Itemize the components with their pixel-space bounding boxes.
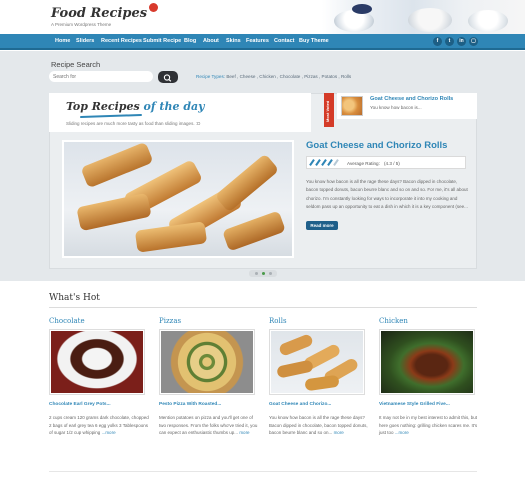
more-link[interactable]: ...more bbox=[102, 430, 116, 435]
more-link[interactable]: ...more bbox=[395, 430, 409, 435]
pagination-dot[interactable] bbox=[269, 272, 272, 275]
nav-contact[interactable]: Contact bbox=[274, 38, 294, 44]
footer-divider bbox=[49, 471, 477, 472]
nav-features[interactable]: Features bbox=[246, 38, 269, 44]
recipe-title[interactable]: Goat Cheese and Chorizo... bbox=[269, 402, 331, 407]
header-food-photo bbox=[322, 0, 525, 34]
recipe-title[interactable]: Pesto Pizza With Roasted... bbox=[159, 402, 221, 407]
search-button[interactable] bbox=[158, 71, 178, 83]
twitter-icon[interactable]: t bbox=[445, 37, 454, 46]
recipe-image-chocolate[interactable] bbox=[49, 329, 145, 395]
category-chicken[interactable]: Chicken bbox=[379, 317, 408, 325]
logo-text: Food Recipes bbox=[51, 6, 148, 21]
search-input[interactable] bbox=[49, 71, 153, 82]
featured-recipe-photo[interactable] bbox=[62, 140, 294, 258]
site-logo[interactable]: Food Recipes bbox=[51, 3, 159, 21]
nav-skins[interactable]: Skins bbox=[226, 38, 241, 44]
recipe-image-rolls[interactable] bbox=[269, 329, 365, 395]
most-voted-label: Most Voted bbox=[325, 100, 330, 122]
recipe-title[interactable]: Vietnamese Style Grilled Five... bbox=[379, 402, 450, 407]
category-chocolate[interactable]: Chocolate bbox=[49, 317, 85, 325]
search-heading: Recipe Search bbox=[51, 60, 101, 69]
rating-value: (4.3 / 5) bbox=[384, 161, 400, 166]
excerpt-text: It may not be in my best interest to adm… bbox=[379, 415, 478, 436]
nav-buy-theme[interactable]: Buy Theme bbox=[299, 38, 329, 44]
rss-icon[interactable]: ▢ bbox=[469, 37, 478, 46]
recipe-types-label: Recipe Types: bbox=[196, 74, 226, 79]
more-link[interactable]: more bbox=[334, 430, 344, 435]
slider-title-highlight: of the day bbox=[143, 100, 205, 113]
pagination-dot[interactable] bbox=[262, 272, 265, 275]
recipe-types: Recipe Types: Beef , Cheese , Chicken , … bbox=[196, 74, 351, 79]
read-more-button[interactable]: Read more bbox=[306, 221, 338, 230]
featured-recipe-title[interactable]: Goat Cheese and Chorizo Rolls bbox=[306, 140, 447, 151]
recipe-excerpt: It may not be in my best interest to adm… bbox=[379, 414, 479, 437]
recipe-image-pizza[interactable] bbox=[159, 329, 255, 395]
most-voted-ribbon: Most Voted bbox=[324, 93, 334, 127]
nav-about[interactable]: About bbox=[203, 38, 219, 44]
excerpt-text: 2 cups cream 120 grams dark chocolate, c… bbox=[49, 415, 149, 436]
most-voted-thumbnail[interactable] bbox=[341, 96, 363, 116]
pagination-dot[interactable] bbox=[255, 272, 258, 275]
recipe-types-list[interactable]: Beef , Cheese , Chicken , Chocolate , Pi… bbox=[226, 74, 351, 79]
nav-home[interactable]: Home bbox=[55, 38, 70, 44]
slider-title-start: Top Recipes bbox=[66, 100, 144, 113]
recipe-image-chicken[interactable] bbox=[379, 329, 475, 395]
nav-sliders[interactable]: Sliders bbox=[76, 38, 94, 44]
search-icon bbox=[163, 74, 172, 82]
excerpt-text: You know how bacon is all the rage these… bbox=[269, 415, 368, 436]
whats-hot-heading: What's Hot bbox=[49, 293, 100, 303]
main-nav: Home Sliders Recent Recipes Submit Recip… bbox=[0, 34, 525, 50]
slider-note: Sliding recipes are much more tasty as f… bbox=[66, 121, 201, 126]
recipe-excerpt: You know how bacon is all the rage these… bbox=[269, 414, 369, 437]
rating-label: Average Rating: bbox=[347, 161, 380, 166]
logo-subtitle: A Premium Wordpress Theme bbox=[51, 22, 112, 27]
nav-recent-recipes[interactable]: Recent Recipes bbox=[101, 38, 142, 44]
nav-blog[interactable]: Blog bbox=[184, 38, 196, 44]
most-voted-title[interactable]: Goat Cheese and Chorizo Rolls bbox=[370, 96, 453, 102]
nav-submit-recipe[interactable]: Submit Recipe bbox=[143, 38, 181, 44]
divider bbox=[49, 307, 477, 308]
category-rolls[interactable]: Rolls bbox=[269, 317, 287, 325]
slider-title: Top Recipes of the day bbox=[66, 100, 205, 113]
facebook-icon[interactable]: f bbox=[433, 37, 442, 46]
site-header: Food Recipes A Premium Wordpress Theme bbox=[0, 0, 525, 34]
recipe-excerpt: 2 cups cream 120 grams dark chocolate, c… bbox=[49, 414, 149, 437]
recipe-title[interactable]: Chocolate Earl Grey Pots... bbox=[49, 402, 111, 407]
recipe-excerpt: Mention potatoes on pizza and you'll get… bbox=[159, 414, 259, 437]
slider-pagination bbox=[249, 270, 277, 277]
tomato-icon bbox=[149, 3, 159, 12]
linkedin-icon[interactable]: in bbox=[457, 37, 466, 46]
category-pizzas[interactable]: Pizzas bbox=[159, 317, 181, 325]
most-voted-text: You know how bacon is... bbox=[370, 105, 422, 110]
featured-recipe-description: You know how bacon is all the rage these… bbox=[306, 179, 468, 210]
more-link[interactable]: more bbox=[239, 430, 249, 435]
